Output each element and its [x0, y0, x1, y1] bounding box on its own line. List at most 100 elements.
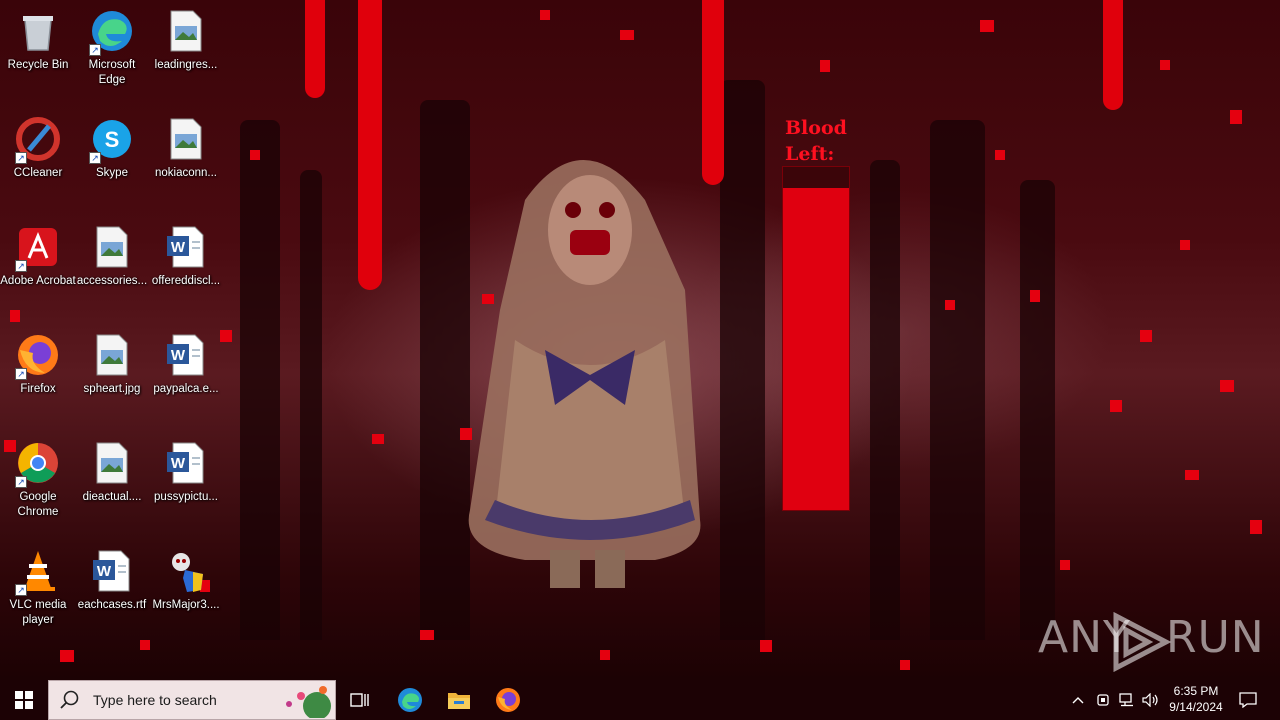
- blood-speckle: [1110, 400, 1122, 412]
- desktop-icon[interactable]: Woffereddiscl...: [148, 220, 224, 320]
- desktop-icon-label: Recycle Bin: [7, 59, 69, 71]
- skype-icon: S ↗: [89, 116, 135, 164]
- blood-speckle: [60, 650, 74, 662]
- start-button[interactable]: [0, 680, 48, 720]
- taskbar-firefox-button[interactable]: [484, 680, 532, 720]
- blood-drip: [305, 0, 325, 98]
- blood-meter-fill: [783, 187, 849, 510]
- blood-speckle: [1220, 380, 1234, 392]
- blood-speckle: [460, 428, 472, 440]
- windows-logo-icon: [15, 691, 33, 709]
- watermark-text-right: RUN: [1166, 612, 1265, 663]
- play-triangle-icon: [1113, 612, 1172, 672]
- desktop-icon[interactable]: dieactual....: [74, 436, 150, 536]
- chevron-up-icon: [1072, 697, 1084, 704]
- edge-icon: [398, 688, 422, 712]
- desktop-icon-label: MrsMajor3....: [152, 599, 220, 611]
- tray-network-button[interactable]: [1116, 680, 1138, 720]
- desktop-icon[interactable]: nokiaconn...: [148, 112, 224, 212]
- firefox-icon: ↗: [15, 332, 61, 380]
- word-doc-icon: W: [163, 440, 209, 486]
- blood-meter: [782, 166, 850, 511]
- desktop-icon[interactable]: accessories...: [74, 220, 150, 320]
- taskbar-search-box[interactable]: Type here to search: [48, 680, 336, 720]
- svg-text:W: W: [97, 563, 112, 580]
- blood-speckle: [372, 434, 384, 444]
- network-icon: [1119, 693, 1133, 707]
- show-hidden-icons-button[interactable]: [1066, 680, 1090, 720]
- blood-speckle: [995, 150, 1005, 160]
- desktop-icon-label: accessories...: [76, 275, 148, 287]
- image-file-icon: [89, 224, 135, 270]
- desktop-icon[interactable]: ↗ Firefox: [0, 328, 76, 428]
- tree: [930, 120, 985, 640]
- ccleaner-icon: ↗: [15, 116, 61, 164]
- vlc-icon: ↗: [15, 548, 61, 596]
- search-highlight-icon: [286, 686, 331, 718]
- clock-time: 6:35 PM: [1173, 684, 1219, 698]
- tree: [870, 160, 900, 640]
- taskbar-clock[interactable]: 6:35 PM 9/14/2024: [1160, 683, 1232, 715]
- shortcut-arrow-icon: ↗: [15, 260, 27, 272]
- mrsmajor-exe-icon: [163, 548, 209, 594]
- desktop-icon[interactable]: spheart.jpg: [74, 328, 150, 428]
- desktop-icon[interactable]: S ↗ Skype: [74, 112, 150, 212]
- desktop-icon[interactable]: Wpussypictu...: [148, 436, 224, 536]
- blood-speckle: [250, 150, 260, 160]
- desktop-icon[interactable]: ↗ Adobe Acrobat: [0, 220, 76, 320]
- desktop-icon-label: leadingres...: [154, 59, 218, 71]
- blood-drip: [1103, 0, 1123, 110]
- desktop-icon-label: VLC media player: [9, 599, 67, 626]
- desktop-icon[interactable]: leadingres...: [148, 4, 224, 104]
- ghost-girl-figure: [468, 160, 701, 588]
- desktop-icon[interactable]: ↗ Google Chrome: [0, 436, 76, 536]
- desktop-icon[interactable]: MrsMajor3....: [148, 544, 224, 644]
- desktop-icon[interactable]: ↗ VLC media player: [0, 544, 76, 644]
- desktop-icon-label: CCleaner: [13, 167, 63, 179]
- speaker-icon: [1142, 693, 1158, 707]
- edge-icon: ↗: [89, 8, 135, 56]
- desktop-icon-label: Skype: [96, 167, 128, 179]
- tray-device-button[interactable]: [1092, 680, 1114, 720]
- blood-speckle: [1180, 240, 1190, 250]
- taskbar: Type here to search 6:35 PM 9/14/2024: [0, 680, 1280, 720]
- blood-speckle: [1060, 560, 1070, 570]
- desktop-icon[interactable]: ↗ Microsoft Edge: [74, 4, 150, 104]
- shortcut-arrow-icon: ↗: [89, 152, 101, 164]
- search-icon: [60, 690, 79, 709]
- desktop-icon-label: Google Chrome: [17, 491, 59, 518]
- desktop-icon-label: dieactual....: [82, 491, 142, 503]
- blood-speckle: [540, 10, 550, 20]
- blood-speckle: [1230, 110, 1242, 124]
- blood-speckle: [1185, 470, 1199, 480]
- desktop-icon-label: nokiaconn...: [154, 167, 217, 179]
- desktop-icon[interactable]: Recycle Bin: [0, 4, 76, 104]
- image-file-icon: [163, 116, 209, 162]
- desktop-icon[interactable]: ↗ CCleaner: [0, 112, 76, 212]
- recycle-bin-icon: [15, 8, 61, 54]
- shortcut-arrow-icon: ↗: [15, 368, 27, 380]
- blood-speckle: [980, 20, 994, 32]
- word-doc-icon: W: [163, 332, 209, 378]
- task-view-button[interactable]: [336, 680, 384, 720]
- svg-text:S: S: [105, 127, 120, 152]
- shortcut-arrow-icon: ↗: [15, 584, 27, 596]
- taskbar-edge-button[interactable]: [386, 680, 434, 720]
- shortcut-arrow-icon: ↗: [15, 476, 27, 488]
- desktop-icon-label: Adobe Acrobat: [0, 275, 76, 287]
- taskbar-file-explorer-button[interactable]: [435, 680, 483, 720]
- shortcut-arrow-icon: ↗: [89, 44, 101, 56]
- desktop-icon[interactable]: Weachcases.rtf: [74, 544, 150, 644]
- blood-speckle: [1160, 60, 1170, 70]
- tray-volume-button[interactable]: [1140, 680, 1162, 720]
- desktop-icon[interactable]: Wpaypalca.e...: [148, 328, 224, 428]
- word-doc-icon: W: [89, 548, 135, 594]
- blood-left-title: Blood Left:: [785, 117, 847, 165]
- clock-date: 9/14/2024: [1169, 700, 1223, 714]
- blood-speckle: [760, 640, 772, 652]
- action-center-button[interactable]: [1234, 680, 1262, 720]
- desktop-icon-label: Microsoft Edge: [88, 59, 136, 86]
- blood-speckle: [1250, 520, 1262, 534]
- blood-drip: [702, 0, 724, 185]
- tree: [720, 80, 765, 640]
